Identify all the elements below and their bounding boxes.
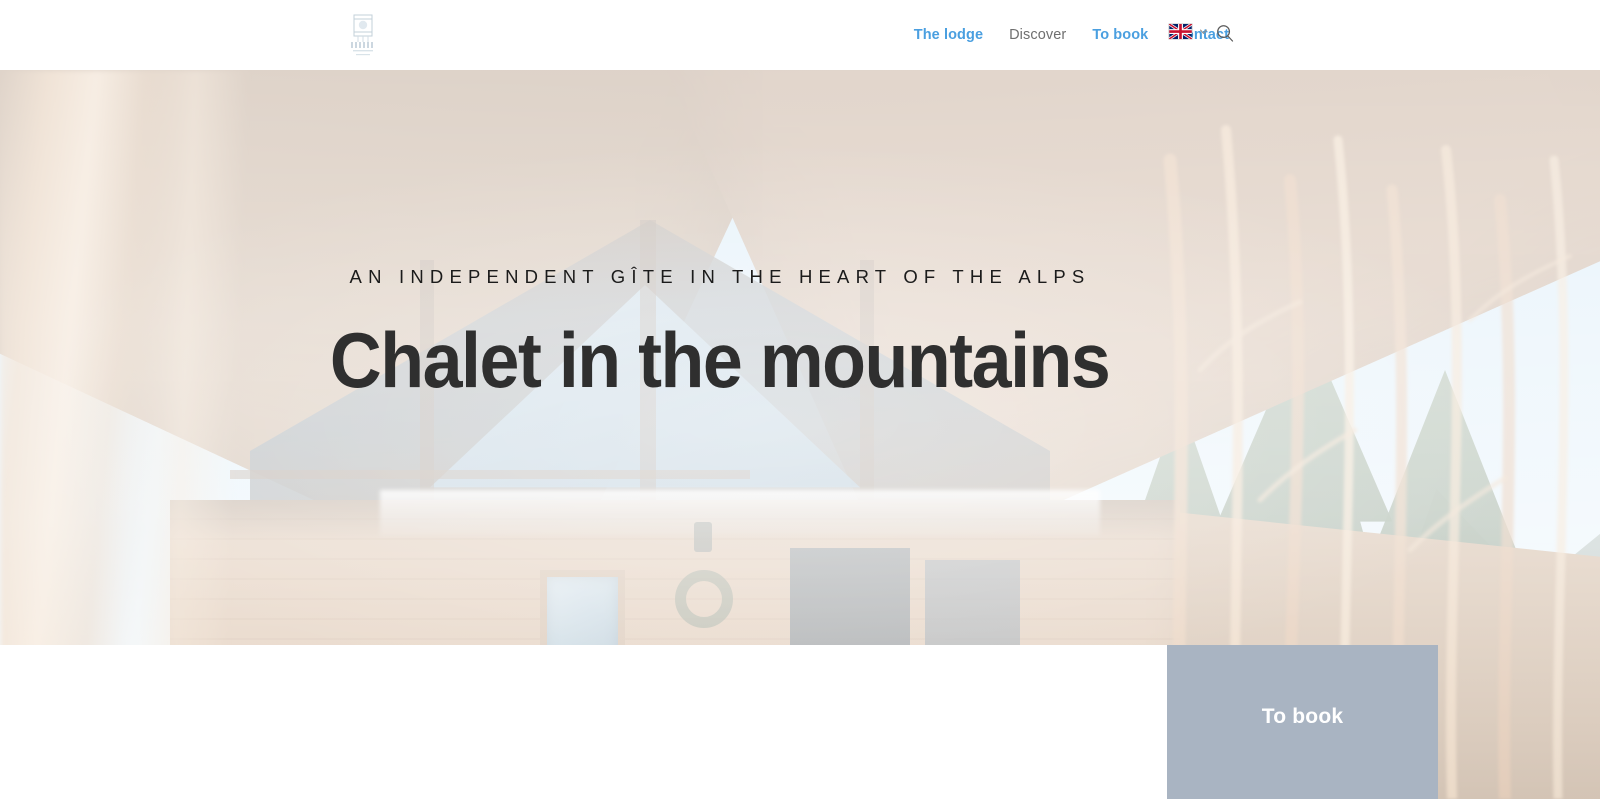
- site-logo[interactable]: [341, 11, 385, 59]
- search-button[interactable]: [1215, 23, 1235, 43]
- nav-link-to-book[interactable]: To book: [1079, 0, 1161, 70]
- search-icon: [1217, 25, 1234, 42]
- uk-flag-icon: [1169, 24, 1192, 39]
- hero-kicker: AN INDEPENDENT GÎTE IN THE HEART OF THE …: [349, 266, 1091, 287]
- site-header: The lodge Discover To book Contact: [0, 0, 1600, 70]
- nav-link-the-lodge[interactable]: The lodge: [901, 0, 996, 70]
- chalet-crest-logo-icon: [351, 14, 373, 56]
- info-bar: [0, 645, 1167, 799]
- chevron-down-icon: [1199, 29, 1208, 35]
- page-title: Chalet in the mountains: [330, 316, 1111, 404]
- page-root: AN INDEPENDENT GÎTE IN THE HEART OF THE …: [0, 0, 1600, 799]
- to-book-cta-panel[interactable]: To book: [1167, 645, 1438, 799]
- to-book-cta-label: To book: [1261, 705, 1344, 728]
- nav-link-discover[interactable]: Discover: [996, 0, 1079, 70]
- language-switcher[interactable]: [1169, 24, 1208, 39]
